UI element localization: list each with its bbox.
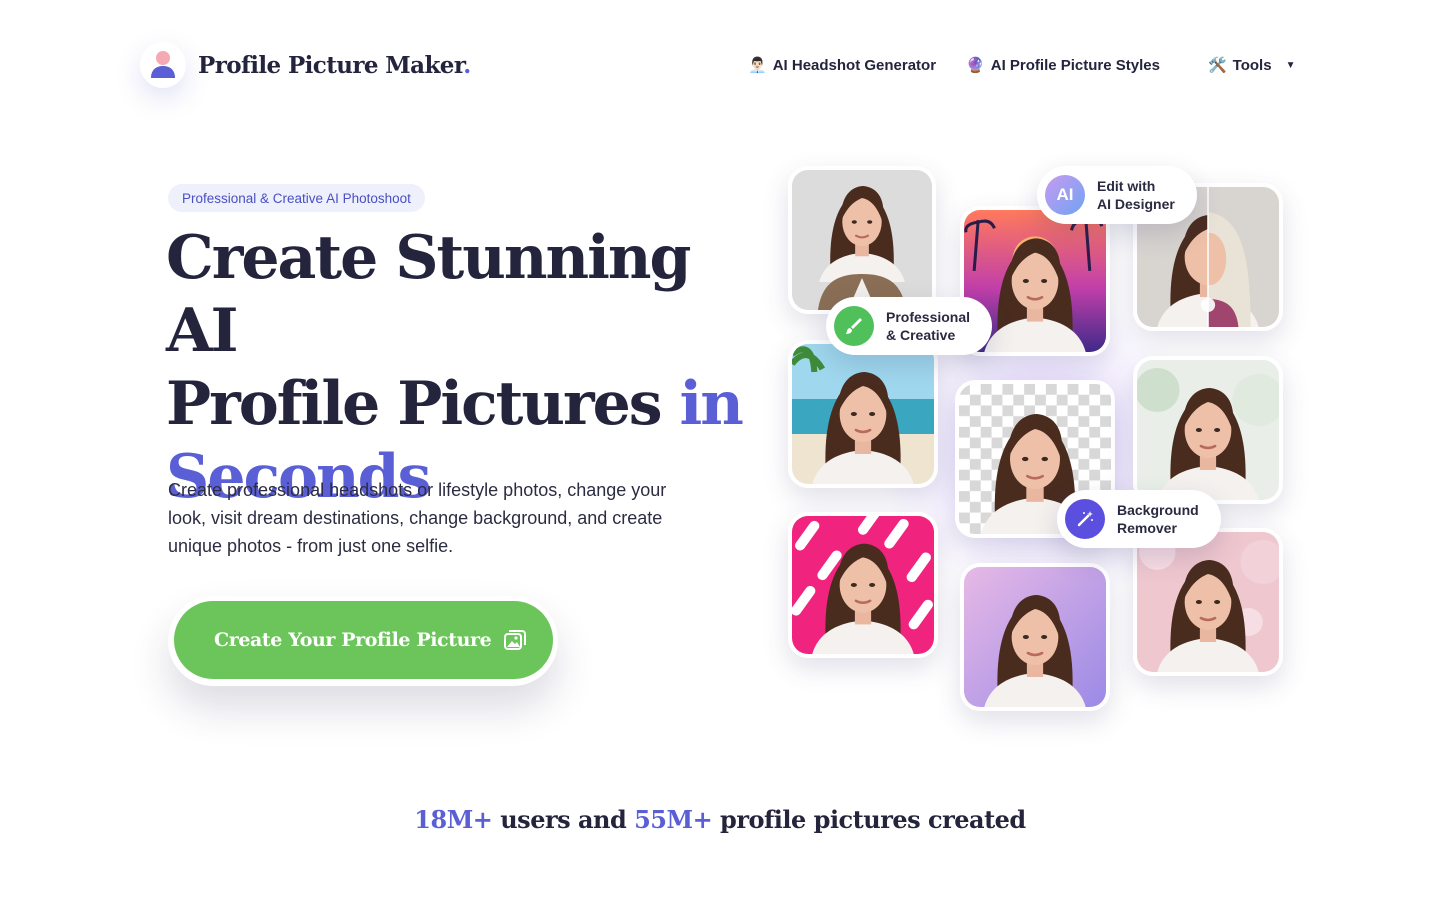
nav-label: AI Profile Picture Styles <box>990 56 1160 74</box>
logo-icon <box>140 42 186 88</box>
hero-subtitle: Create professional headshots or lifesty… <box>168 480 667 556</box>
professional-creative-pill: Professional & Creative <box>826 297 993 355</box>
photo-tile-purple <box>960 563 1110 711</box>
background-remover-pill: Background Remover <box>1057 490 1221 548</box>
main-nav: 👨🏻‍💼 AI Headshot Generator 🔮 AI Profile … <box>748 56 1295 74</box>
photo-tile-soft-bg <box>1133 356 1283 504</box>
magic-wand-icon <box>1065 499 1105 539</box>
ai-icon: AI <box>1045 175 1085 215</box>
photo-tile-pink-pattern <box>788 512 938 658</box>
pill-label: Background Remover <box>1117 502 1199 536</box>
tools-icon: 🛠️ <box>1207 56 1227 74</box>
cta-container: Create Your Profile Picture <box>168 596 558 686</box>
ai-designer-pill: AI Edit with AI Designer <box>1037 166 1197 224</box>
photo-tile-pink-bokeh <box>1133 528 1283 676</box>
nav-ai-profile-picture-styles[interactable]: 🔮 AI Profile Picture Styles <box>966 56 1160 74</box>
users-count: 18M+ <box>414 805 493 834</box>
nav-tools-dropdown[interactable]: 🛠️ Tools ▼ <box>1208 56 1295 74</box>
paintbrush-icon <box>834 306 874 346</box>
pill-label: Edit with AI Designer <box>1097 178 1175 212</box>
nav-label: Tools <box>1232 56 1272 74</box>
usage-stats: 18M+ users and 55M+ profile pictures cre… <box>414 805 1026 834</box>
pictures-count: 55M+ <box>634 805 713 834</box>
photo-tile-office <box>788 166 936 314</box>
crystal-ball-icon: 🔮 <box>966 56 985 74</box>
hero-headline: Create Stunning AI Profile Pictures in S… <box>166 223 744 512</box>
site-header: Profile Picture Maker. 👨🏻‍💼 AI Headshot … <box>0 0 1440 130</box>
create-profile-picture-button[interactable]: Create Your Profile Picture <box>174 601 553 679</box>
nav-ai-headshot-generator[interactable]: 👨🏻‍💼 AI Headshot Generator <box>748 56 936 74</box>
hero-badge: Professional & Creative AI Photoshoot <box>168 184 425 212</box>
businessman-icon: 👨🏻‍💼 <box>748 56 767 74</box>
brand-name: Profile Picture Maker. <box>198 51 471 79</box>
pill-label: Professional & Creative <box>886 309 971 343</box>
logo-link[interactable]: Profile Picture Maker. <box>140 42 471 88</box>
caret-down-icon: ▼ <box>1285 59 1296 71</box>
image-gallery-icon <box>504 630 526 650</box>
photo-tile-beach <box>788 340 938 488</box>
nav-label: AI Headshot Generator <box>772 56 937 74</box>
